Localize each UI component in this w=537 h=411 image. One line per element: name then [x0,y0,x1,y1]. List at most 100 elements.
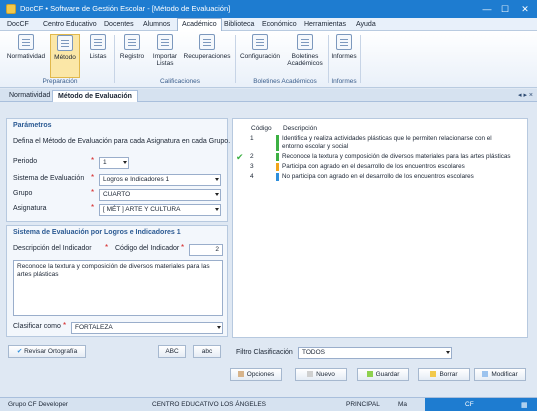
group-informes: Informes [331,78,357,85]
ribbon-importar-listas-button[interactable]: Importar Listas [150,34,180,78]
descripcion-indicador-textarea[interactable]: Reconoce la textura y composición de div… [13,260,223,316]
listas-icon [90,34,106,50]
sistema-select[interactable]: Logros e Indicadores 1 [99,174,221,186]
tab-navigation[interactable]: ◂ ▸ × [518,91,533,99]
tab-normatividad[interactable]: Normatividad [4,90,55,102]
col-codigo-header: Código [251,125,272,132]
ribbon-metodo-button[interactable]: Método [50,34,80,78]
button-icon [307,371,314,377]
required-marker: * [91,203,95,212]
menu-doccf[interactable]: DocCF [3,19,33,31]
menu-bar: DocCF Centro Educativo Docentes Alumnos … [0,18,537,32]
periodo-select[interactable]: 1 [99,157,129,169]
asignatura-label: Asignatura [13,205,47,212]
chevron-down-icon [215,208,219,211]
classification-color-bar [276,173,279,181]
chevron-down-icon [123,161,127,164]
sistema-panel: Sistema de Evaluación por Logros e Indic… [6,225,228,337]
grid-row[interactable]: 3 Participa con agrado en el desarrollo d… [236,163,520,171]
ribbon-label: Boletines Académicos [287,53,323,67]
document-tabs: Normatividad Método de Evaluación ◂ ▸ × [0,89,537,102]
sistema-label: Sistema de Evaluación [13,175,85,182]
sistema-value: Logros e Indicadores 1 [103,176,170,183]
calendar-icon[interactable]: ▦ [521,401,528,409]
guardar-button[interactable]: Guardar [357,368,409,381]
close-button[interactable]: ✕ [518,2,532,16]
menu-alumnos[interactable]: Alumnos [139,19,174,31]
group-boletines: Boletines Académicos [253,78,317,85]
importar-listas-icon [157,34,173,50]
status-user: Grupo CF Developer [8,401,68,408]
filtro-clasificacion-select[interactable]: TODOS [298,347,452,359]
menu-docentes[interactable]: Docentes [100,19,138,31]
recuperaciones-icon [199,34,215,50]
button-label: Borrar [439,371,458,378]
grid-row[interactable]: ✔ 2 Reconoce la textura y composición de d… [236,152,520,162]
ribbon-label: Normatividad [6,53,46,60]
periodo-value: 1 [103,159,107,166]
normatividad-icon [18,34,34,50]
status-sede: PRINCIPAL [346,401,380,408]
nuevo-button[interactable]: Nuevo [295,368,347,381]
menu-herramientas[interactable]: Herramientas [300,19,350,31]
button-label: Nuevo [316,371,335,378]
ribbon-label: Configuración [239,53,281,60]
ribbon-boletines-button[interactable]: Boletines Académicos [285,34,325,78]
borrar-button[interactable]: Borrar [418,368,470,381]
required-marker: * [91,156,95,165]
group-calificaciones: Calificaciones [159,78,201,85]
lowercase-button[interactable]: abc [193,345,221,358]
button-icon [366,371,373,377]
revisar-ortografia-button[interactable]: ✔ Revisar Ortografía [8,345,86,358]
required-marker: * [91,173,95,182]
menu-centro-educativo[interactable]: Centro Educativo [39,19,101,31]
codigo-indicador-input[interactable]: 2 [189,244,223,256]
classification-color-bar [276,135,279,151]
chevron-down-icon [215,178,219,181]
classification-color-bar [276,163,279,171]
uppercase-button[interactable]: ABC [158,345,186,358]
ribbon-configuracion-button[interactable]: Configuración [237,34,283,78]
parametros-heading: Parámetros [13,122,52,129]
maximize-button[interactable]: ☐ [498,2,512,16]
required-marker: * [181,243,185,252]
required-marker: * [91,188,95,197]
codigo-indicador-label: Código del Indicador [115,245,180,252]
grupo-label: Grupo [13,190,33,197]
ribbon-listas-button[interactable]: Listas [84,34,112,78]
modificar-button[interactable]: Modificar [474,368,526,381]
menu-ayuda[interactable]: Ayuda [352,19,380,31]
status-bar: Grupo CF Developer CENTRO EDUCATIVO LOS … [0,397,537,411]
grid-row[interactable]: 4 No participa con agrado en el desarroll… [236,173,520,181]
status-school: CENTRO EDUCATIVO LOS ÁNGELES [152,401,267,408]
ribbon-normatividad-button[interactable]: Normatividad [4,34,48,78]
ribbon-separator [114,35,115,83]
grid-row[interactable]: 1 Identifica y realiza actividades plásti… [236,135,520,151]
row-description: Participa con agrado en el desarrollo de… [282,163,465,170]
clasificar-select[interactable]: FORTALEZA [71,322,223,334]
configuracion-icon [252,34,268,50]
informes-icon [336,34,352,50]
ribbon-label: Informes [331,53,357,60]
chevron-down-icon [215,193,219,196]
menu-biblioteca[interactable]: Biblioteca [220,19,258,31]
tab-metodo-evaluacion[interactable]: Método de Evaluación [52,90,138,102]
minimize-button[interactable]: — [480,2,494,16]
grupo-select[interactable]: CUARTO [99,189,221,201]
asignatura-select[interactable]: [ MÉT ] ARTE Y CULTURA [99,204,221,216]
button-label: Modificar [491,371,518,378]
ribbon-label: Método [54,54,76,61]
ribbon-registro-button[interactable]: Registro [116,34,148,78]
menu-academico[interactable]: Académico [177,18,222,32]
sistema-heading: Sistema de Evaluación por Logros e Indic… [13,229,181,236]
clasificar-label: Clasificar como [13,323,61,330]
button-icon [430,371,437,377]
ribbon-informes-button[interactable]: Informes [330,34,358,78]
status-mode: Ma [398,401,408,408]
ribbon-separator [235,35,236,83]
ribbon-recuperaciones-button[interactable]: Recuperaciones [182,34,232,78]
grupo-value: CUARTO [103,191,131,198]
opciones-button[interactable]: Opciones [230,368,282,381]
clasificar-value: FORTALEZA [75,324,113,331]
menu-economico[interactable]: Económico [258,19,301,31]
